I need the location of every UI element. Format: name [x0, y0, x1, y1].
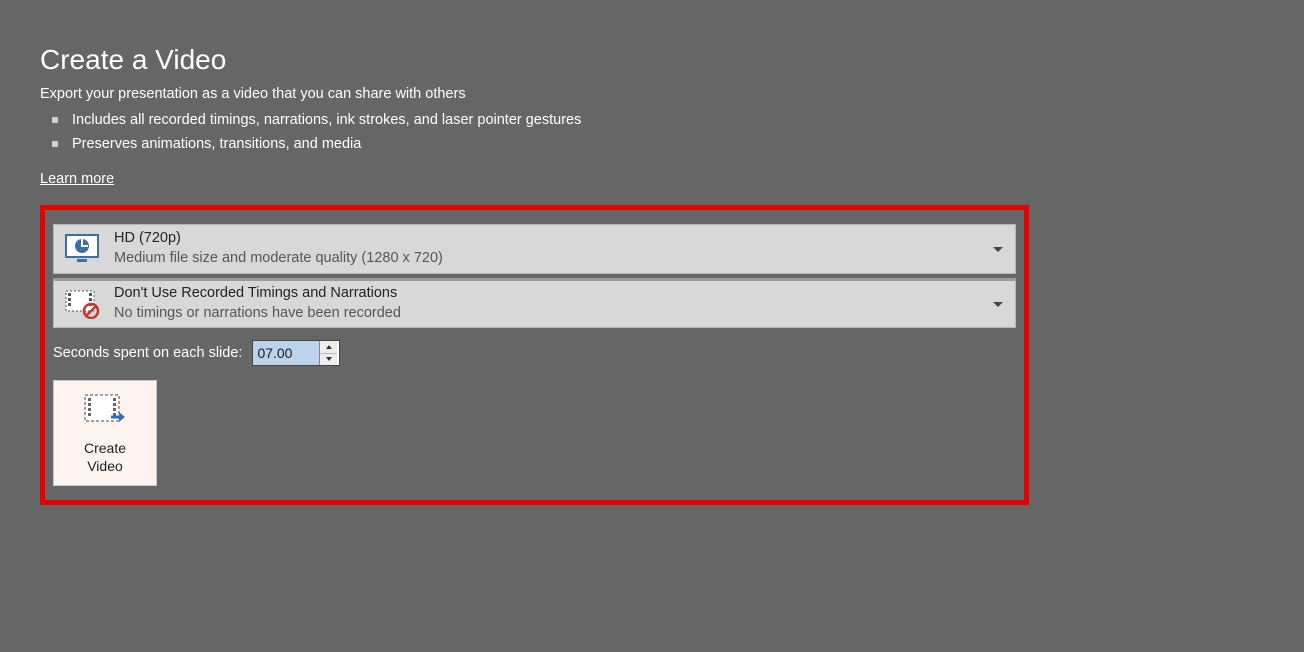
- create-video-label-line1: Create: [84, 439, 126, 457]
- chevron-up-icon: [326, 345, 332, 349]
- timings-description: No timings or narrations have been recor…: [114, 304, 993, 324]
- filmstrip-no-icon: [62, 284, 102, 324]
- page-title: Create a Video: [40, 44, 1264, 76]
- highlight-region: HD (720p) Medium file size and moderate …: [40, 205, 1029, 505]
- timings-title: Don't Use Recorded Timings and Narration…: [114, 284, 993, 304]
- monitor-icon: [62, 229, 102, 269]
- seconds-label: Seconds spent on each slide:: [53, 345, 242, 361]
- feature-bullet: Includes all recorded timings, narration…: [52, 108, 1264, 132]
- feature-bullet-list: Includes all recorded timings, narration…: [52, 108, 1264, 156]
- video-quality-dropdown[interactable]: HD (720p) Medium file size and moderate …: [53, 224, 1016, 274]
- spinner-up-button[interactable]: [320, 341, 337, 354]
- bullet-icon: [52, 117, 58, 123]
- chevron-down-icon: [993, 247, 1003, 252]
- chevron-down-icon: [993, 302, 1003, 307]
- spinner-down-button[interactable]: [320, 354, 337, 366]
- bullet-icon: [52, 141, 58, 147]
- quality-description: Medium file size and moderate quality (1…: [114, 249, 993, 269]
- dropdown-text: HD (720p) Medium file size and moderate …: [102, 229, 993, 268]
- seconds-input[interactable]: [253, 341, 319, 365]
- quality-title: HD (720p): [114, 229, 993, 249]
- bullet-text: Preserves animations, transitions, and m…: [72, 132, 361, 156]
- feature-bullet: Preserves animations, transitions, and m…: [52, 132, 1264, 156]
- page-subtitle: Export your presentation as a video that…: [40, 86, 1264, 102]
- dropdown-text: Don't Use Recorded Timings and Narration…: [102, 284, 993, 323]
- learn-more-link[interactable]: Learn more: [40, 171, 114, 187]
- seconds-row: Seconds spent on each slide:: [53, 340, 1016, 366]
- create-video-button[interactable]: Create Video: [53, 380, 157, 486]
- seconds-spinner[interactable]: [252, 340, 340, 366]
- bullet-text: Includes all recorded timings, narration…: [72, 108, 581, 132]
- timings-dropdown[interactable]: Don't Use Recorded Timings and Narration…: [53, 278, 1016, 328]
- video-export-icon: [83, 391, 127, 431]
- chevron-down-icon: [326, 357, 332, 361]
- create-video-label-line2: Video: [84, 457, 126, 475]
